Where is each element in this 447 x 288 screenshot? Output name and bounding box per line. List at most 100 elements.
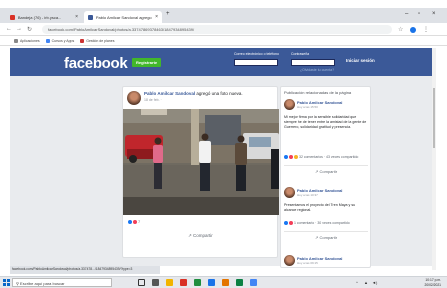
like-icon bbox=[128, 219, 132, 224]
avatar[interactable] bbox=[284, 99, 295, 110]
reaction-summary[interactable]: 7 bbox=[128, 219, 140, 224]
back-icon[interactable]: ← bbox=[6, 26, 12, 32]
browser-tab-strip: Bandeja (76) - irb.ysca... × Pablo Amilc… bbox=[0, 8, 447, 23]
love-icon bbox=[289, 155, 293, 159]
counts-label: 32 comentarios · 43 veces compartido bbox=[299, 155, 359, 159]
new-tab-button[interactable]: + bbox=[166, 11, 170, 17]
post-date[interactable]: Hoy a las 09:15 bbox=[297, 261, 318, 265]
reload-icon[interactable]: ↻ bbox=[27, 26, 32, 33]
share-label: Compartir bbox=[319, 235, 338, 240]
post-photo[interactable] bbox=[123, 109, 279, 215]
photo-post: Pablo Amilcar Sandoval agregó una foto n… bbox=[122, 86, 279, 259]
maximize-icon[interactable]: ▫ bbox=[418, 11, 420, 17]
windows-start-icon[interactable] bbox=[3, 279, 10, 286]
chrome-icon[interactable] bbox=[180, 279, 187, 286]
facebook-icon bbox=[88, 14, 93, 20]
bookmark-item[interactable]: Gestión de planes bbox=[80, 38, 115, 43]
clock-time: 10:17 p.m. bbox=[425, 278, 441, 282]
page-content: Pablo Amilcar Sandoval agregó una foto n… bbox=[10, 76, 432, 268]
facebook-header: facebook Registrarte Correo electrónico … bbox=[10, 48, 432, 76]
like-icon bbox=[284, 155, 288, 159]
store-icon[interactable] bbox=[152, 279, 159, 286]
network-icon[interactable]: ▲ bbox=[364, 280, 368, 285]
post-date[interactable]: Hoy a las 10:37 bbox=[297, 193, 318, 197]
profile-icon[interactable] bbox=[410, 27, 416, 33]
avatar[interactable] bbox=[284, 187, 295, 198]
close-window-icon[interactable]: × bbox=[432, 11, 436, 17]
facebook-logo[interactable]: facebook bbox=[64, 55, 128, 72]
windows-taskbar: ⚲ Escribe aquí para buscar ^ ▲ ◄) 10:17 … bbox=[0, 276, 447, 288]
folder-icon bbox=[80, 38, 85, 43]
engagement-counts[interactable]: 32 comentarios · 43 veces compartido bbox=[284, 155, 358, 159]
scrollbar[interactable] bbox=[432, 48, 436, 270]
share-label: Compartir bbox=[193, 233, 213, 238]
divider bbox=[284, 231, 368, 232]
password-field[interactable] bbox=[291, 59, 335, 66]
chrome-icon[interactable] bbox=[250, 279, 257, 286]
post-date[interactable]: 18 de feb. · bbox=[144, 98, 162, 102]
email-label: Correo electrónico o teléfono bbox=[234, 52, 279, 56]
event-photo bbox=[123, 109, 279, 215]
email-field[interactable] bbox=[234, 59, 278, 66]
related-post: Pablo Amilcar Sandoval Hoy a las 10:37 P… bbox=[281, 187, 370, 249]
reaction-count: 7 bbox=[138, 219, 141, 224]
apps-icon bbox=[14, 38, 18, 43]
tray-chevron-icon[interactable]: ^ bbox=[356, 280, 358, 285]
like-icon bbox=[284, 221, 288, 225]
taskbar-search-input[interactable]: ⚲ Escribe aquí para buscar bbox=[12, 278, 112, 287]
share-button[interactable]: ↗ Compartir bbox=[188, 233, 213, 239]
bookmark-label: Aplicaciones bbox=[20, 38, 40, 43]
minimize-icon[interactable]: – bbox=[405, 11, 408, 17]
post-text: Presentamos el proyecto del Tren Maya y … bbox=[284, 203, 356, 212]
app-icon[interactable] bbox=[222, 279, 229, 286]
bookmark-label: Gestión de planes bbox=[86, 38, 115, 43]
bookmark-item[interactable]: Cursos y Apps bbox=[45, 38, 75, 43]
share-button[interactable]: ↗ Compartir bbox=[315, 235, 337, 240]
bookmark-item[interactable]: Aplicaciones bbox=[14, 38, 40, 43]
task-view-icon[interactable] bbox=[138, 279, 145, 286]
tab-facebook[interactable]: Pablo Amilcar Sandoval agrego... × bbox=[84, 11, 162, 23]
clock[interactable]: 10:17 p.m. 20/02/2021 bbox=[424, 278, 441, 287]
post-date[interactable]: Hoy a las 15:50 bbox=[297, 105, 318, 109]
avatar[interactable] bbox=[127, 91, 141, 105]
volume-icon[interactable]: ◄) bbox=[372, 280, 377, 285]
status-bar-url: facebook.com/PabloAmilcarSandoval/photos… bbox=[10, 266, 160, 274]
app-icon[interactable] bbox=[236, 279, 243, 286]
close-icon[interactable]: × bbox=[155, 14, 158, 20]
file-explorer-icon[interactable] bbox=[166, 279, 173, 286]
post-header: Pablo Amilcar Sandoval agregó una foto n… bbox=[144, 91, 243, 96]
related-posts-title: Publicación relacionadas de la página bbox=[284, 90, 352, 95]
address-toolbar: ← → ↻ facebook.com/PabloAmilcarSandoval/… bbox=[0, 23, 447, 36]
url-bar[interactable]: facebook.com/PabloAmilcarSandoval/photos… bbox=[42, 25, 392, 34]
mail-icon[interactable] bbox=[208, 279, 215, 286]
love-icon bbox=[289, 221, 293, 225]
app-icon[interactable] bbox=[194, 279, 201, 286]
forgot-account-link[interactable]: ¿Olvidaste tu cuenta? bbox=[300, 68, 334, 72]
avatar[interactable] bbox=[284, 255, 295, 266]
bookmark-label: Cursos y Apps bbox=[51, 38, 75, 43]
tab-gmail[interactable]: Bandeja (76) - irb.ysca... × bbox=[6, 11, 82, 23]
star-icon[interactable]: ☆ bbox=[398, 26, 403, 33]
author-link[interactable]: Pablo Amilcar Sandoval bbox=[144, 91, 195, 96]
login-button[interactable]: Iniciar sesión bbox=[346, 58, 375, 63]
post-action: agregó una foto nueva. bbox=[196, 91, 243, 96]
register-button[interactable]: Registrarte bbox=[132, 58, 162, 67]
love-icon bbox=[133, 219, 137, 224]
counts-label: 1 comentario · 30 veces compartido bbox=[294, 221, 350, 225]
post-text: Mi mejor firma por la sensible solidarid… bbox=[284, 115, 367, 129]
engagement-counts[interactable]: 1 comentario · 30 veces compartido bbox=[284, 221, 350, 225]
share-button[interactable]: ↗ Compartir bbox=[315, 169, 337, 174]
post-footer: 7 ↗ Compartir bbox=[123, 217, 279, 259]
forward-icon[interactable]: → bbox=[16, 26, 22, 32]
bookmarks-bar: Aplicaciones Cursos y Apps Gestión de pl… bbox=[0, 36, 447, 46]
close-icon[interactable]: × bbox=[75, 14, 78, 20]
divider bbox=[284, 165, 368, 166]
share-label: Compartir bbox=[319, 169, 338, 174]
menu-icon[interactable]: ⋮ bbox=[423, 26, 429, 33]
tab-label: Bandeja (76) - irb.ysca... bbox=[17, 14, 62, 20]
search-placeholder: Escribe aquí para buscar bbox=[20, 281, 65, 286]
google-icon bbox=[45, 38, 50, 43]
wow-icon bbox=[294, 155, 298, 159]
scrollbar-thumb[interactable] bbox=[433, 88, 435, 148]
gmail-icon bbox=[10, 14, 15, 20]
